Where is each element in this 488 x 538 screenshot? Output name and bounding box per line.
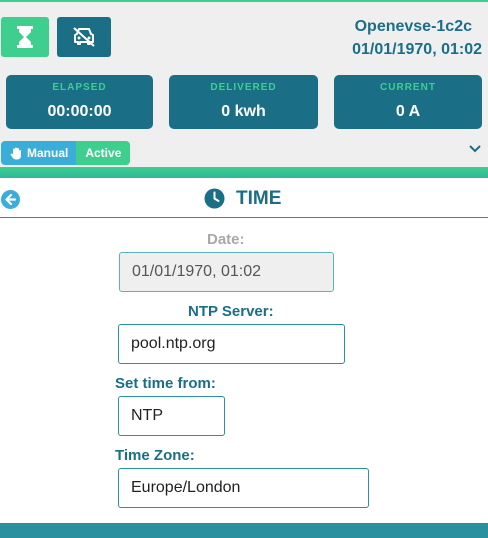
stat-elapsed: ELAPSED 00:00:00 xyxy=(6,75,153,129)
time-zone-label: Time Zone: xyxy=(115,447,195,464)
date-field: 01/01/1970, 01:02 xyxy=(119,252,334,292)
set-time-from-select[interactable]: NTP xyxy=(118,396,225,436)
stat-current: CURRENT 0 A xyxy=(334,75,482,129)
chevron-down-icon[interactable] xyxy=(468,141,482,155)
status-strip xyxy=(0,167,488,178)
stat-delivered: DELIVERED 0 kwh xyxy=(169,75,318,129)
hourglass-icon xyxy=(17,26,33,48)
device-name: Openevse-1c2c xyxy=(354,18,472,35)
mode-status-badge[interactable]: Manual Active xyxy=(1,141,131,165)
ntp-server-input[interactable]: pool.ntp.org xyxy=(118,324,345,364)
car-off-icon xyxy=(73,27,95,47)
device-time: 01/01/1970, 01:02 xyxy=(352,41,482,58)
back-arrow-icon[interactable] xyxy=(1,190,20,209)
ntp-server-label: NTP Server: xyxy=(188,303,274,320)
stat-label: ELAPSED xyxy=(52,82,107,93)
manual-mode-badge[interactable]: Manual xyxy=(1,141,77,165)
top-bar: Openevse-1c2c 01/01/1970, 01:02 ELAPSED … xyxy=(0,0,488,178)
set-time-from-label: Set time from: xyxy=(115,375,216,392)
timer-mode-button[interactable] xyxy=(1,17,49,57)
active-status-label: Active xyxy=(76,141,131,165)
hand-icon xyxy=(10,147,21,159)
time-zone-input[interactable]: Europe/London xyxy=(118,468,369,508)
stat-value: 0 A xyxy=(395,103,421,120)
stat-label: DELIVERED xyxy=(210,82,277,93)
date-label: Date: xyxy=(207,231,245,248)
manual-mode-label: Manual xyxy=(27,146,69,160)
page-title: TIME xyxy=(236,188,282,209)
vehicle-disconnected-button[interactable] xyxy=(57,17,111,57)
section-header: TIME xyxy=(0,180,488,218)
stat-value: 0 kwh xyxy=(221,103,266,120)
bottom-bar xyxy=(0,523,488,538)
clock-icon xyxy=(204,188,225,209)
stat-value: 00:00:00 xyxy=(47,103,112,120)
stat-label: CURRENT xyxy=(380,82,436,93)
